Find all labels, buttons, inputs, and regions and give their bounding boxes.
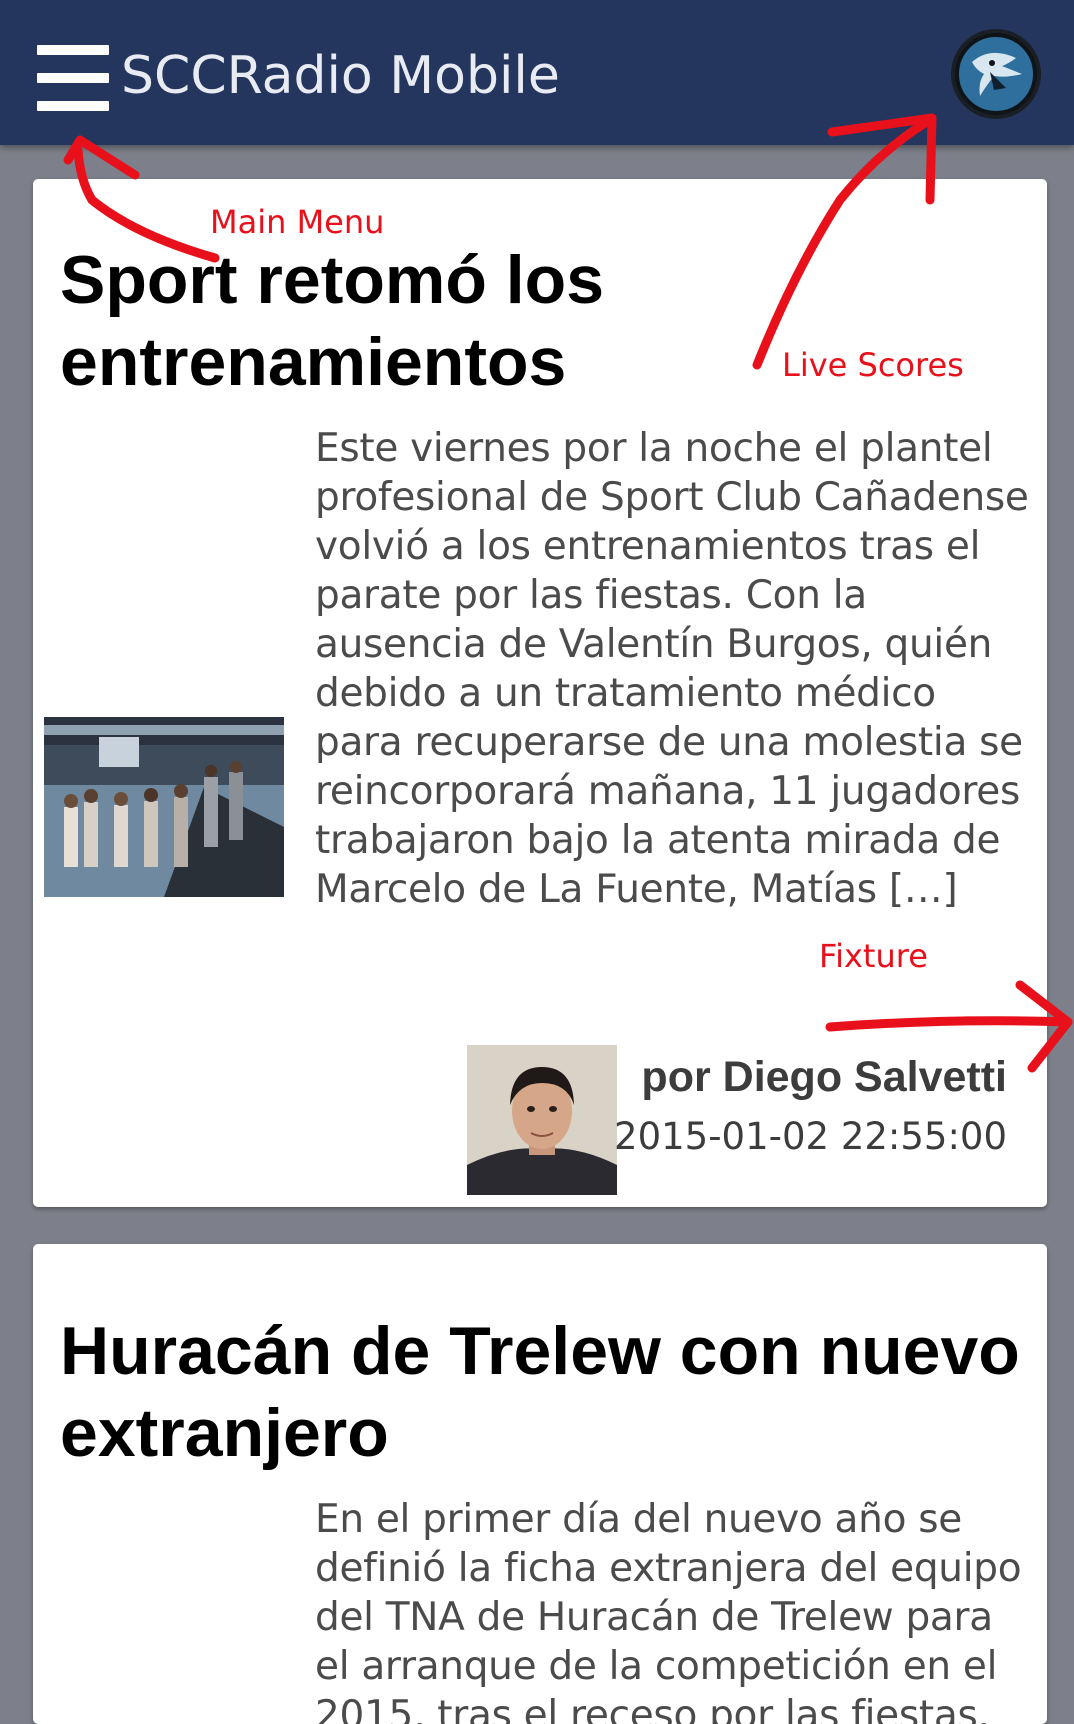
article-thumbnail[interactable] <box>44 717 284 897</box>
team-logo-icon[interactable] <box>950 28 1042 120</box>
article-excerpt: En el primer día del nuevo año se defini… <box>315 1497 1022 1724</box>
annotation-live-scores: Live Scores <box>782 346 964 384</box>
app-title: SCCRadio Mobile <box>121 46 560 106</box>
author-name[interactable]: por Diego Salvetti <box>641 1051 1007 1103</box>
hamburger-menu-icon[interactable] <box>37 45 109 111</box>
article-title[interactable]: Huracán de Trelew con nuevo extranjero <box>60 1310 1020 1474</box>
author-avatar[interactable] <box>467 1045 617 1195</box>
app-bar: SCCRadio Mobile <box>0 0 1074 145</box>
annotation-main-menu: Main Menu <box>210 203 385 241</box>
article-card[interactable]: Sport retomó los entrenamientos Este vie… <box>33 179 1047 1207</box>
article-excerpt: Este viernes por la noche el plantel pro… <box>315 426 1029 912</box>
article-card[interactable]: Huracán de Trelew con nuevo extranjero E… <box>33 1244 1047 1724</box>
annotation-fixture: Fixture <box>819 937 928 975</box>
post-date: 2015-01-02 22:55:00 <box>614 1115 1007 1158</box>
